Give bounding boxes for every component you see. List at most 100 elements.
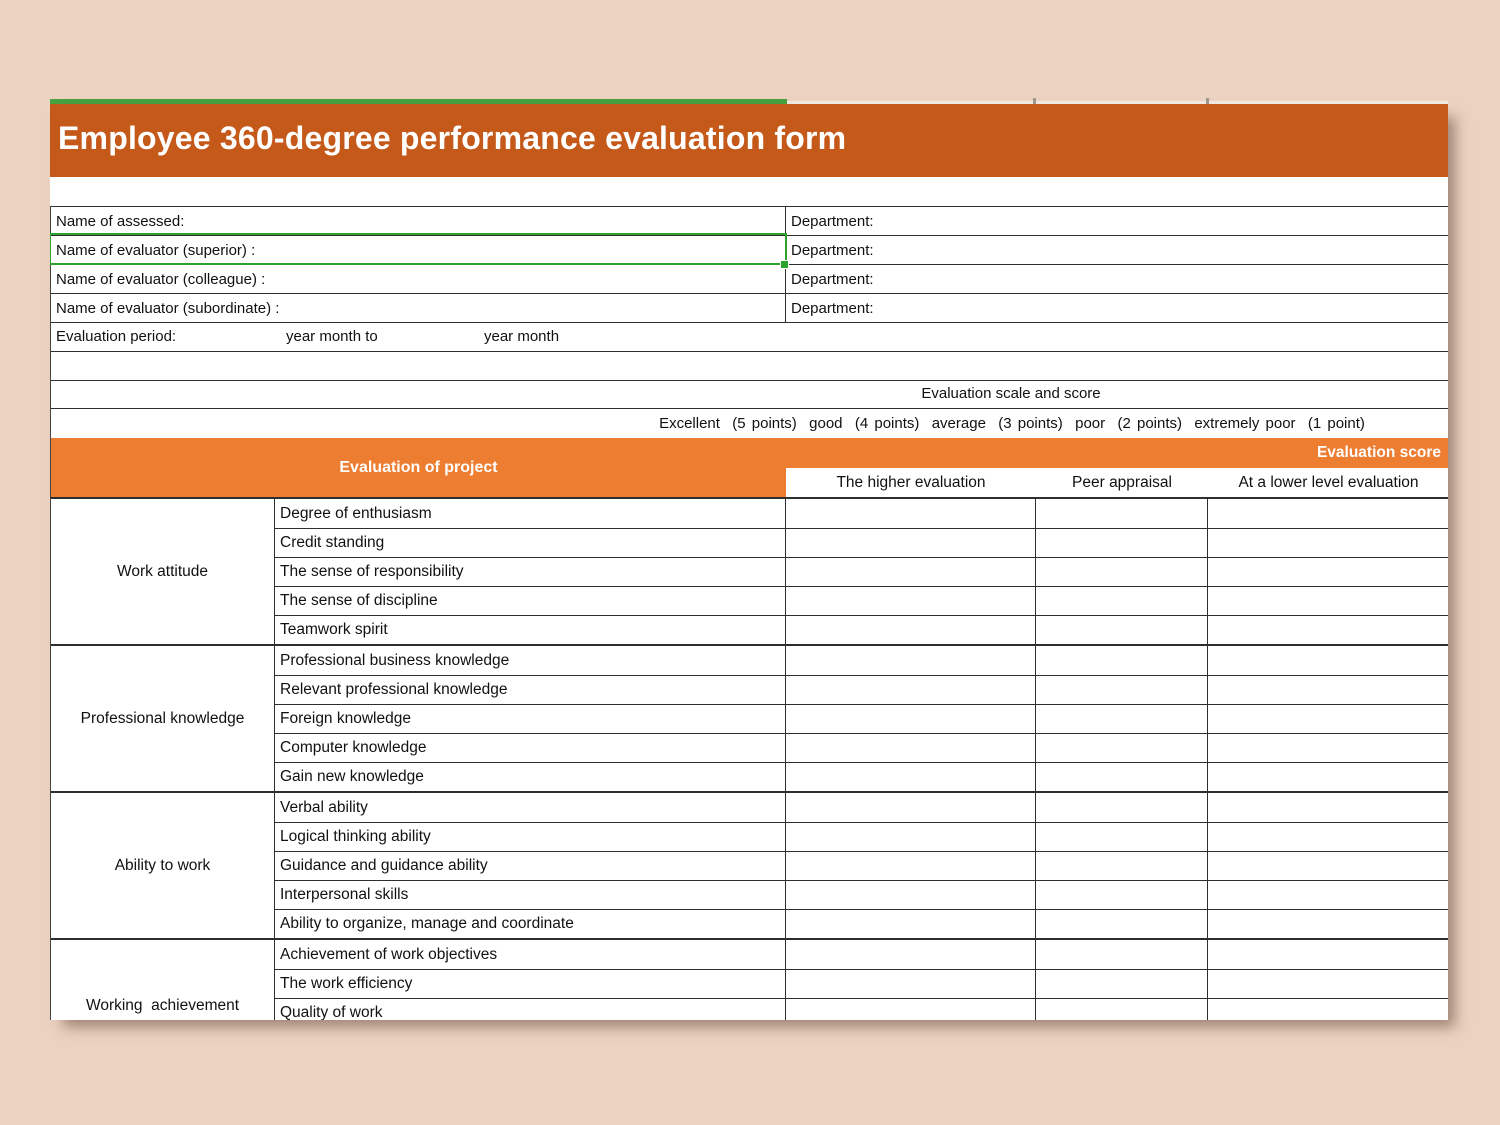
score-cell[interactable] [786,499,1036,528]
criteria-cell[interactable]: Degree of enthusiasm [275,499,786,528]
criteria-cell[interactable]: Credit standing [275,529,786,557]
assessed-name-label: Name of assessed: [56,213,184,230]
score-cell[interactable] [786,558,1036,586]
criteria-label: Logical thinking ability [280,828,431,846]
score-cell[interactable] [1208,852,1448,880]
score-cell[interactable] [1208,705,1448,733]
category-label: Professional knowledge [81,710,245,728]
criteria-cell[interactable]: Relevant professional knowledge [275,676,786,704]
score-cell[interactable] [1208,970,1448,998]
evaluator-subordinate-cell[interactable]: Name of evaluator (subordinate) : [51,294,786,322]
evaluator-superior-cell[interactable]: Name of evaluator (superior) : [51,236,786,264]
criteria-cell[interactable]: Quality of work [275,999,786,1020]
score-cell[interactable] [1208,646,1448,675]
score-cell[interactable] [786,529,1036,557]
column-peer-appraisal: Peer appraisal [1036,468,1208,497]
score-cell[interactable] [1208,734,1448,762]
score-cell[interactable] [1208,616,1448,644]
score-cell[interactable] [1208,499,1448,528]
criteria-cell[interactable]: Professional business knowledge [275,646,786,675]
department-label: Department: [791,271,874,288]
criteria-cell[interactable]: Interpersonal skills [275,881,786,909]
criteria-cell[interactable]: Foreign knowledge [275,705,786,733]
criteria-cell[interactable]: Teamwork spirit [275,616,786,644]
score-cell[interactable] [1208,763,1448,791]
evaluator-colleague-cell[interactable]: Name of evaluator (colleague) : [51,265,786,293]
table-row: The sense of responsibility [275,557,1448,586]
score-cell[interactable] [786,705,1036,733]
score-cell[interactable] [1036,676,1208,704]
table-row: Credit standing [275,528,1448,557]
criteria-cell[interactable]: Verbal ability [275,793,786,822]
score-cell[interactable] [786,793,1036,822]
criteria-cell[interactable]: Achievement of work objectives [275,940,786,969]
score-cell[interactable] [1036,940,1208,969]
category-cell[interactable]: Working achievement [51,940,275,1020]
score-cell[interactable] [1036,852,1208,880]
score-cell[interactable] [786,587,1036,615]
score-cell[interactable] [786,616,1036,644]
score-cell[interactable] [1036,616,1208,644]
score-cell[interactable] [786,676,1036,704]
score-cell[interactable] [1208,587,1448,615]
score-cell[interactable] [1036,558,1208,586]
score-cell[interactable] [1208,676,1448,704]
score-cell[interactable] [1208,910,1448,938]
department-cell[interactable]: Department: [786,294,1448,322]
score-cell[interactable] [1036,763,1208,791]
category-cell[interactable]: Ability to work [51,793,275,938]
score-cell[interactable] [1036,881,1208,909]
score-cell[interactable] [786,910,1036,938]
empty-row[interactable] [51,351,1448,380]
criteria-cell[interactable]: The sense of responsibility [275,558,786,586]
project-header-cell: Evaluation of project [51,438,786,497]
criteria-label: Credit standing [280,534,384,552]
score-cell[interactable] [1208,558,1448,586]
criteria-cell[interactable]: Ability to organize, manage and coordina… [275,910,786,938]
department-cell[interactable]: Department: [786,236,1448,264]
score-cell[interactable] [1036,999,1208,1020]
score-cell[interactable] [1036,587,1208,615]
score-cell[interactable] [1208,940,1448,969]
score-cell[interactable] [786,970,1036,998]
score-cell[interactable] [1208,529,1448,557]
info-row-evaluator-colleague: Name of evaluator (colleague) : Departme… [51,264,1448,293]
score-cell[interactable] [786,881,1036,909]
criteria-cell[interactable]: Gain new knowledge [275,763,786,791]
category-cell[interactable]: Professional knowledge [51,646,275,791]
scale-title-row: Evaluation scale and score [51,380,1448,408]
score-cell[interactable] [786,734,1036,762]
score-cell[interactable] [1036,970,1208,998]
criteria-cell[interactable]: Guidance and guidance ability [275,852,786,880]
score-cell[interactable] [1036,646,1208,675]
score-cell[interactable] [1036,529,1208,557]
score-cell[interactable] [1036,793,1208,822]
score-cell[interactable] [1208,793,1448,822]
evaluation-period-row[interactable]: Evaluation period: year month to year mo… [51,322,1448,351]
score-cell[interactable] [1036,823,1208,851]
category-label: Work attitude [117,563,208,581]
column-lower-level-evaluation: At a lower level evaluation [1208,468,1448,497]
assessed-name-cell[interactable]: Name of assessed: [51,207,786,235]
score-cell[interactable] [1208,823,1448,851]
score-cell[interactable] [1208,881,1448,909]
score-cell[interactable] [786,646,1036,675]
criteria-cell[interactable]: Logical thinking ability [275,823,786,851]
category-cell[interactable]: Work attitude [51,499,275,644]
score-cell[interactable] [1036,734,1208,762]
criteria-cell[interactable]: The sense of discipline [275,587,786,615]
score-cell[interactable] [786,999,1036,1020]
department-cell[interactable]: Department: [786,207,1448,235]
criteria-cell[interactable]: The work efficiency [275,970,786,998]
score-cell[interactable] [1208,999,1448,1020]
score-cell[interactable] [1036,910,1208,938]
score-cell[interactable] [786,940,1036,969]
table-row: Quality of work [275,998,1448,1020]
score-cell[interactable] [786,823,1036,851]
score-cell[interactable] [1036,705,1208,733]
criteria-cell[interactable]: Computer knowledge [275,734,786,762]
score-cell[interactable] [786,763,1036,791]
score-cell[interactable] [1036,499,1208,528]
score-cell[interactable] [786,852,1036,880]
department-cell[interactable]: Department: [786,265,1448,293]
